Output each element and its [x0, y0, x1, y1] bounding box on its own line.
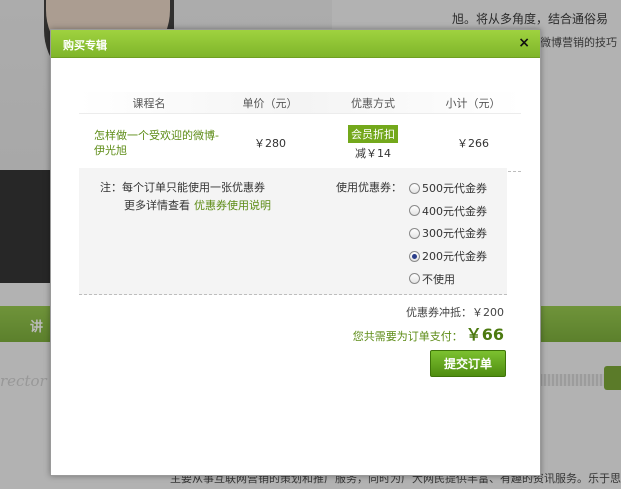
coupon-option-label: 300元代金券: [422, 227, 487, 241]
radio-button[interactable]: [409, 250, 420, 262]
total-label: 您共需要为订单支付：: [352, 330, 463, 343]
radio-button[interactable]: [409, 227, 420, 239]
coupon-option-none[interactable]: 不使用: [409, 267, 487, 290]
column-course-name: 课程名: [132, 96, 166, 110]
table-header: 课程名 单价（元） 优惠方式 小计（元）: [79, 92, 521, 114]
course-name-link[interactable]: 怎样做一个受欢迎的微博-伊光旭: [79, 128, 219, 158]
coupon-instructions-link[interactable]: 优惠券使用说明: [194, 199, 271, 212]
coupon-select-label: 使用优惠券：: [336, 181, 402, 194]
subtotal-value: ￥266: [457, 136, 489, 150]
total-amount: ￥66: [465, 325, 504, 344]
coupon-note: 注：每个订单只能使用一张优惠券: [100, 181, 265, 194]
coupon-option-200[interactable]: 200元代金券: [409, 245, 487, 268]
coupon-offset-text: 优惠券冲抵：￥200: [406, 306, 504, 319]
coupon-option-400[interactable]: 400元代金券: [409, 200, 487, 223]
unit-price-value: ￥280: [254, 136, 286, 150]
coupon-more-info: 更多详情查看 优惠券使用说明: [124, 197, 271, 213]
radio-button[interactable]: [409, 205, 420, 217]
dialog-title: 购买专辑: [63, 39, 107, 52]
coupon-option-label: 200元代金券: [422, 250, 487, 264]
column-discount: 优惠方式: [351, 96, 395, 110]
coupon-option-label: 不使用: [422, 272, 455, 286]
order-table: 课程名 单价（元） 优惠方式 小计（元） 怎样做一个受欢迎的微博-伊光旭 ￥28…: [79, 92, 521, 172]
coupon-option-300[interactable]: 300元代金券: [409, 222, 487, 245]
coupon-more-text: 更多详情查看: [124, 199, 190, 212]
column-subtotal: 小计（元）: [445, 96, 501, 110]
submit-order-button[interactable]: 提交订单: [430, 350, 506, 377]
coupon-options: 500元代金券 400元代金券 300元代金券 200元代金券 不使用: [409, 177, 487, 290]
coupon-option-label: 400元代金券: [422, 204, 487, 218]
purchase-album-dialog: 购买专辑 × 课程名 单价（元） 优惠方式 小计（元） 怎样做一个受欢迎的微博-…: [50, 29, 541, 476]
radio-button[interactable]: [409, 182, 420, 194]
coupon-option-500[interactable]: 500元代金券: [409, 177, 487, 200]
coupon-section: 注：每个订单只能使用一张优惠券 更多详情查看 优惠券使用说明 使用优惠券： 500…: [79, 168, 507, 295]
dialog-header: 购买专辑 ×: [51, 30, 540, 58]
discount-cell: 会员折扣 减￥14: [321, 124, 425, 161]
order-total: 您共需要为订单支付： ￥66: [353, 321, 504, 345]
coupon-option-label: 500元代金券: [422, 182, 487, 196]
radio-button[interactable]: [409, 273, 420, 285]
member-discount-badge: 会员折扣: [348, 124, 398, 143]
discount-amount: 减￥14: [355, 146, 391, 160]
close-icon[interactable]: ×: [518, 35, 530, 51]
course-cell: 怎样做一个受欢迎的微博-伊光旭: [79, 128, 219, 158]
table-row: 怎样做一个受欢迎的微博-伊光旭 ￥280 会员折扣 减￥14 ￥266: [79, 114, 521, 172]
column-unit-price: 单价（元）: [242, 96, 298, 110]
